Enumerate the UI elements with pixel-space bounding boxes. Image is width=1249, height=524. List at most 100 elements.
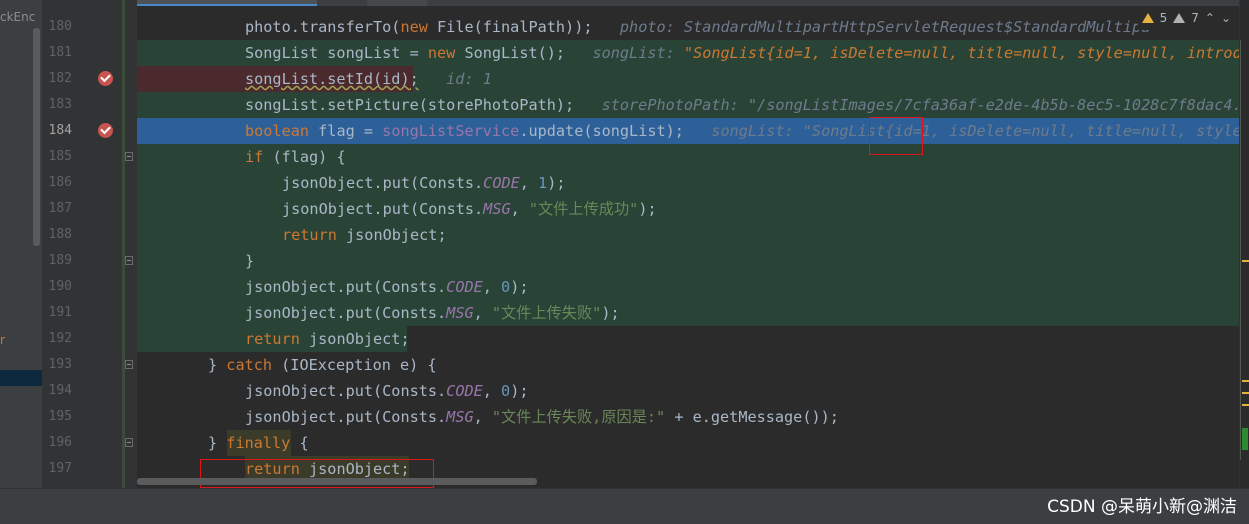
debug-inline-value: "SongList{id=1, isDelete=null, title=nul… (683, 44, 1239, 62)
code-line[interactable]: } finally { (137, 430, 1239, 456)
project-scrollbar[interactable] (33, 28, 40, 246)
inspections-widget[interactable]: 5 7 ⌃ ⌄ (1137, 6, 1235, 30)
line-number[interactable]: 192 (42, 326, 72, 352)
code-text[interactable]: if (flag) { (245, 144, 346, 170)
code-line[interactable]: boolean flag = songListService.update(so… (137, 118, 1239, 144)
next-highlight-arrow-icon[interactable]: ⌄ (1221, 6, 1231, 30)
code-text[interactable]: } (245, 248, 254, 274)
warning-stripe-mark[interactable] (1242, 392, 1249, 394)
code-token: ); (638, 200, 657, 218)
code-token: } (208, 434, 227, 452)
code-line[interactable]: jsonObject.put(Consts.MSG, "文件上传成功"); (137, 196, 1239, 222)
line-number[interactable]: 193 (42, 352, 72, 378)
warning-stripe-mark[interactable] (1242, 260, 1249, 262)
debug-inline-value: photo: StandardMultipartHttpServletReque… (592, 18, 1151, 36)
code-line[interactable]: } catch (IOException e) { (137, 352, 1239, 378)
code-token: MSG (446, 408, 474, 426)
code-text[interactable]: jsonObject.put(Consts.MSG, "文件上传失败,原因是:"… (245, 404, 839, 430)
line-number[interactable]: 197 (42, 456, 72, 482)
code-line[interactable]: photo.transferTo(new File(finalPath)); p… (137, 14, 1239, 40)
code-token: jsonObject; (336, 226, 447, 244)
code-line[interactable]: if (flag) { (137, 144, 1239, 170)
project-tool-window: ckEnc r (0, 0, 42, 490)
fold-marker-icon[interactable] (125, 360, 133, 369)
code-token: (IOException e) { (272, 356, 437, 374)
fold-marker-icon[interactable] (125, 438, 133, 447)
line-number[interactable]: 186 (42, 170, 72, 196)
code-token: photo.transferTo( (245, 18, 401, 36)
line-number[interactable]: 196 (42, 430, 72, 456)
coverage-stripe-mark[interactable] (1242, 428, 1248, 450)
project-tree-selected-row[interactable] (0, 370, 42, 386)
code-text[interactable]: jsonObject.put(Consts.CODE, 0); (245, 274, 529, 300)
vcs-change-marker[interactable] (122, 352, 125, 488)
warning-stripe-mark[interactable] (1242, 380, 1249, 382)
code-line[interactable]: jsonObject.put(Consts.MSG, "文件上传失败"); (137, 300, 1239, 326)
code-token: jsonObject; (299, 330, 410, 348)
breakpoint-icon[interactable] (98, 71, 113, 86)
fold-marker-icon[interactable] (125, 152, 133, 161)
code-token: (flag) { (263, 148, 346, 166)
debug-inline-value: storePhotoPath: "/songListImages/7cfa36a… (574, 96, 1239, 114)
code-text[interactable]: jsonObject.put(Consts.CODE, 0); (245, 378, 529, 404)
code-token: CODE (446, 278, 483, 296)
code-token: catch (226, 356, 273, 374)
code-token: , (510, 200, 529, 218)
warning-stripe-mark[interactable] (1242, 404, 1249, 406)
line-number[interactable]: 195 (42, 404, 72, 430)
code-text[interactable]: photo.transferTo(new File(finalPath)); p… (245, 14, 1150, 40)
line-number[interactable]: 181 (42, 40, 72, 66)
code-line[interactable]: SongList songList = new SongList(); song… (137, 40, 1239, 66)
code-token: , (473, 408, 492, 426)
code-token: new (427, 44, 456, 62)
line-number[interactable]: 190 (42, 274, 72, 300)
breakpoint-icon[interactable] (98, 123, 113, 138)
code-text[interactable]: boolean flag = songListService.update(so… (245, 118, 1239, 144)
fold-marker-icon[interactable] (125, 256, 133, 265)
vcs-change-marker[interactable] (122, 0, 125, 352)
code-text[interactable]: } finally { (208, 430, 309, 456)
code-text[interactable]: return jsonObject; (245, 326, 410, 352)
previous-highlight-arrow-icon[interactable]: ⌃ (1205, 6, 1215, 30)
horizontal-scrollbar[interactable] (137, 478, 537, 485)
code-line[interactable]: } (137, 248, 1239, 274)
code-text[interactable]: jsonObject.put(Consts.CODE, 1); (282, 170, 566, 196)
code-text[interactable]: jsonObject.put(Consts.MSG, "文件上传成功"); (282, 196, 657, 222)
debug-inline-value: songList: (565, 44, 684, 62)
code-line[interactable]: songList.setId(id); id: 1 (137, 66, 1239, 92)
code-line[interactable]: jsonObject.put(Consts.MSG, "文件上传失败,原因是:"… (137, 404, 1239, 430)
csdn-watermark: CSDN @呆萌小新@渊洁 (1047, 497, 1237, 517)
code-line[interactable]: songList.setPicture(storePhotoPath); sto… (137, 92, 1239, 118)
code-line[interactable]: jsonObject.put(Consts.CODE, 0); (137, 274, 1239, 300)
line-number[interactable]: 180 (42, 14, 72, 40)
coverage-highlight (137, 248, 1239, 274)
project-tree-truncated-text[interactable]: ckEnc (0, 10, 35, 24)
code-token: , (519, 174, 539, 192)
code-line[interactable]: return jsonObject; (137, 222, 1239, 248)
code-token: new (400, 18, 428, 36)
line-number[interactable]: 183 (42, 92, 72, 118)
code-text[interactable]: return jsonObject; (282, 222, 447, 248)
code-token: , (482, 278, 502, 296)
line-number[interactable]: 182 (42, 66, 72, 92)
line-number[interactable]: 187 (42, 196, 72, 222)
line-number[interactable]: 194 (42, 378, 72, 404)
code-token: ); (510, 382, 529, 400)
line-number[interactable]: 189 (42, 248, 72, 274)
code-token: if (245, 148, 264, 166)
line-number[interactable]: 188 (42, 222, 72, 248)
code-text[interactable]: jsonObject.put(Consts.MSG, "文件上传失败"); (245, 300, 620, 326)
code-text[interactable]: songList.setPicture(storePhotoPath); sto… (245, 92, 1239, 118)
line-number[interactable]: 185 (42, 144, 72, 170)
error-stripe[interactable] (1239, 0, 1249, 488)
code-text[interactable]: } catch (IOException e) { (208, 352, 437, 378)
code-text[interactable]: songList.setId(id); id: 1 (245, 66, 492, 92)
code-token: finally (226, 434, 291, 452)
code-editor[interactable]: photo.transferTo(new File(finalPath)); p… (137, 0, 1239, 488)
code-text[interactable]: SongList songList = new SongList(); song… (245, 40, 1239, 66)
code-line[interactable]: jsonObject.put(Consts.CODE, 1); (137, 170, 1239, 196)
line-number[interactable]: 184 (42, 118, 72, 144)
code-line[interactable]: return jsonObject; (137, 326, 1239, 352)
code-line[interactable]: jsonObject.put(Consts.CODE, 0); (137, 378, 1239, 404)
line-number[interactable]: 191 (42, 300, 72, 326)
